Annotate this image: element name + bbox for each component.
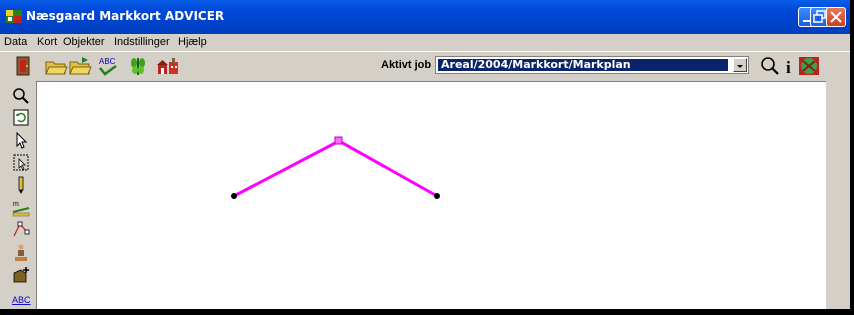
close-button[interactable] bbox=[826, 7, 846, 27]
open-folder-icon[interactable] bbox=[44, 55, 68, 77]
pencil-icon[interactable] bbox=[11, 176, 31, 195]
menu-hjaelp[interactable]: Hjælp bbox=[178, 36, 207, 48]
folder-export-icon[interactable] bbox=[68, 55, 92, 77]
app-logo-icon bbox=[6, 10, 22, 23]
active-job-label: Aktivt job bbox=[381, 59, 432, 71]
world-map-icon[interactable] bbox=[797, 55, 821, 77]
left-toolbar: m ABC bbox=[0, 79, 34, 309]
map-canvas[interactable] bbox=[36, 81, 826, 309]
active-job-value: Areal/2004/Markkort/Markplan bbox=[438, 59, 728, 71]
refresh-icon[interactable] bbox=[11, 108, 31, 127]
survey-person-icon[interactable] bbox=[11, 243, 31, 262]
menu-indstillinger[interactable]: Indstillinger bbox=[114, 36, 170, 48]
right-panel-edge bbox=[826, 81, 850, 309]
dropdown-arrow-button[interactable] bbox=[733, 58, 747, 72]
zoom-icon[interactable] bbox=[11, 86, 31, 105]
farm-buildings-icon[interactable] bbox=[156, 55, 180, 77]
window-title: Næsgaard Markkort ADVICER bbox=[26, 9, 225, 23]
line-endpoint-right[interactable] bbox=[434, 193, 440, 199]
active-job-select[interactable]: Areal/2004/Markkort/Markplan bbox=[435, 56, 749, 74]
svg-text:i: i bbox=[786, 58, 791, 77]
title-bar[interactable]: Næsgaard Markkort ADVICER bbox=[0, 0, 850, 34]
chevron-down-icon bbox=[737, 65, 743, 68]
svg-text:ABC: ABC bbox=[12, 295, 31, 305]
menu-kort[interactable]: Kort bbox=[37, 36, 57, 48]
svg-text:ABC: ABC bbox=[99, 57, 116, 66]
node-edit-icon[interactable] bbox=[11, 220, 31, 239]
main-toolbar: ABC Aktivt job Areal/2004/Markkort/Markp… bbox=[0, 51, 850, 79]
vertex-handle[interactable] bbox=[334, 136, 343, 145]
add-object-icon[interactable] bbox=[11, 265, 31, 284]
pointer-icon[interactable] bbox=[11, 131, 31, 150]
measure-icon[interactable]: m bbox=[11, 198, 31, 217]
app-window: Næsgaard Markkort ADVICER Data Kort Obje… bbox=[0, 0, 852, 309]
line-endpoint-left[interactable] bbox=[231, 193, 237, 199]
close-icon bbox=[830, 11, 842, 23]
menu-objekter[interactable]: Objekter bbox=[63, 36, 105, 48]
svg-text:m: m bbox=[13, 201, 19, 208]
exit-door-icon[interactable] bbox=[12, 55, 36, 77]
text-abc-icon[interactable]: ABC bbox=[11, 290, 31, 309]
crop-plant-icon[interactable] bbox=[126, 55, 150, 77]
select-box-icon[interactable] bbox=[11, 153, 31, 172]
map-drawing[interactable] bbox=[37, 82, 827, 310]
menu-bar: Data Kort Objekter Indstillinger Hjælp bbox=[0, 34, 850, 51]
spellcheck-abc-icon[interactable]: ABC bbox=[96, 55, 120, 77]
field-boundary-polyline[interactable] bbox=[233, 139, 438, 198]
menu-data[interactable]: Data bbox=[4, 36, 27, 48]
